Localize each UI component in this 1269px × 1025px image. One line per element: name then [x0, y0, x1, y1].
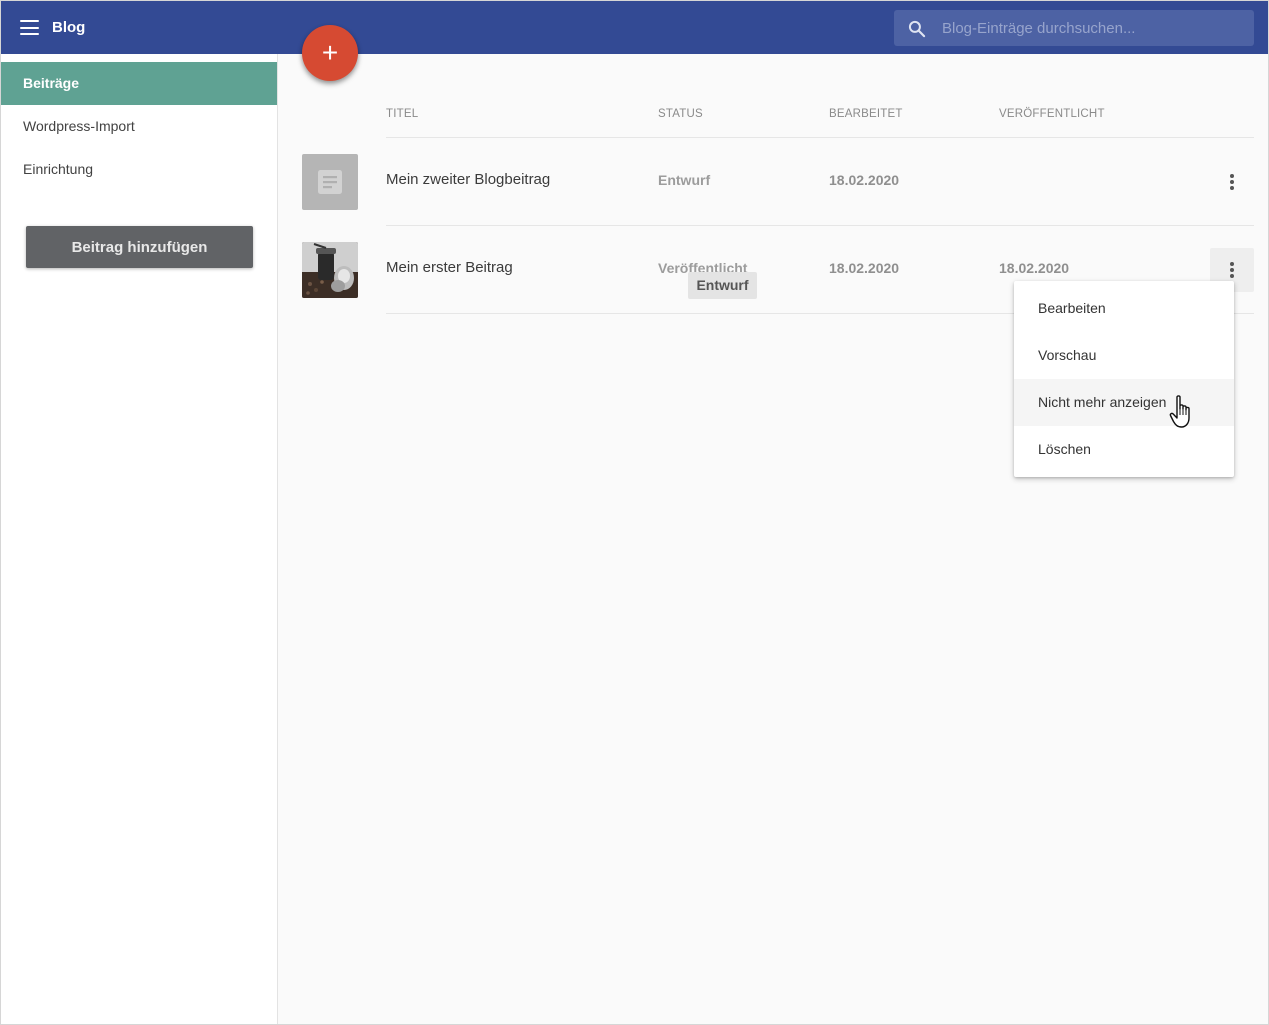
- search-icon: [908, 20, 926, 38]
- menu-item-preview[interactable]: Vorschau: [1014, 332, 1234, 379]
- column-header-title[interactable]: TITEL: [386, 108, 418, 120]
- column-header-published[interactable]: VERÖFFENTLICHT: [999, 108, 1105, 120]
- document-placeholder-icon: [302, 154, 358, 210]
- table-divider: [386, 137, 1254, 138]
- hamburger-menu-icon[interactable]: [20, 20, 39, 35]
- status-tooltip: Entwurf: [688, 272, 757, 299]
- menu-item-delete[interactable]: Löschen: [1014, 426, 1234, 473]
- row-status: Entwurf: [658, 172, 711, 188]
- app-window: Blog Beiträge Wordpress-Import Einrichtu…: [0, 0, 1269, 1025]
- app-title: Blog: [52, 19, 86, 36]
- column-header-status[interactable]: STATUS: [658, 108, 703, 120]
- row-edited-date: 18.02.2020: [829, 260, 900, 276]
- column-header-edited[interactable]: BEARBEITET: [829, 108, 903, 120]
- add-post-button[interactable]: Beitrag hinzufügen: [26, 226, 253, 268]
- sidebar-item-beitraege[interactable]: Beiträge: [1, 62, 277, 105]
- search-input[interactable]: [942, 10, 1242, 46]
- search-box[interactable]: [894, 10, 1254, 46]
- sidebar-item-wordpress-import[interactable]: Wordpress-Import: [1, 105, 277, 148]
- row-context-menu: Bearbeiten Vorschau Nicht mehr anzeigen …: [1014, 281, 1234, 477]
- sidebar-item-einrichtung[interactable]: Einrichtung: [1, 148, 277, 191]
- row-published-date: 18.02.2020: [999, 260, 1070, 276]
- coffee-grinder-photo: [302, 242, 358, 298]
- row-edited-date: 18.02.2020: [829, 172, 900, 188]
- more-options-icon[interactable]: [1210, 160, 1254, 204]
- sidebar: Beiträge Wordpress-Import Einrichtung Be…: [1, 54, 278, 1024]
- top-app-bar: Blog: [1, 1, 1268, 54]
- row-title[interactable]: Mein zweiter Blogbeitrag: [386, 171, 550, 188]
- add-fab-button[interactable]: +: [302, 25, 358, 81]
- menu-item-unpublish[interactable]: Nicht mehr anzeigen: [1014, 379, 1234, 426]
- table-divider: [386, 225, 1254, 226]
- row-title[interactable]: Mein erster Beitrag: [386, 259, 513, 276]
- hand-pointer-cursor-icon: [1169, 395, 1190, 428]
- menu-item-edit[interactable]: Bearbeiten: [1014, 285, 1234, 332]
